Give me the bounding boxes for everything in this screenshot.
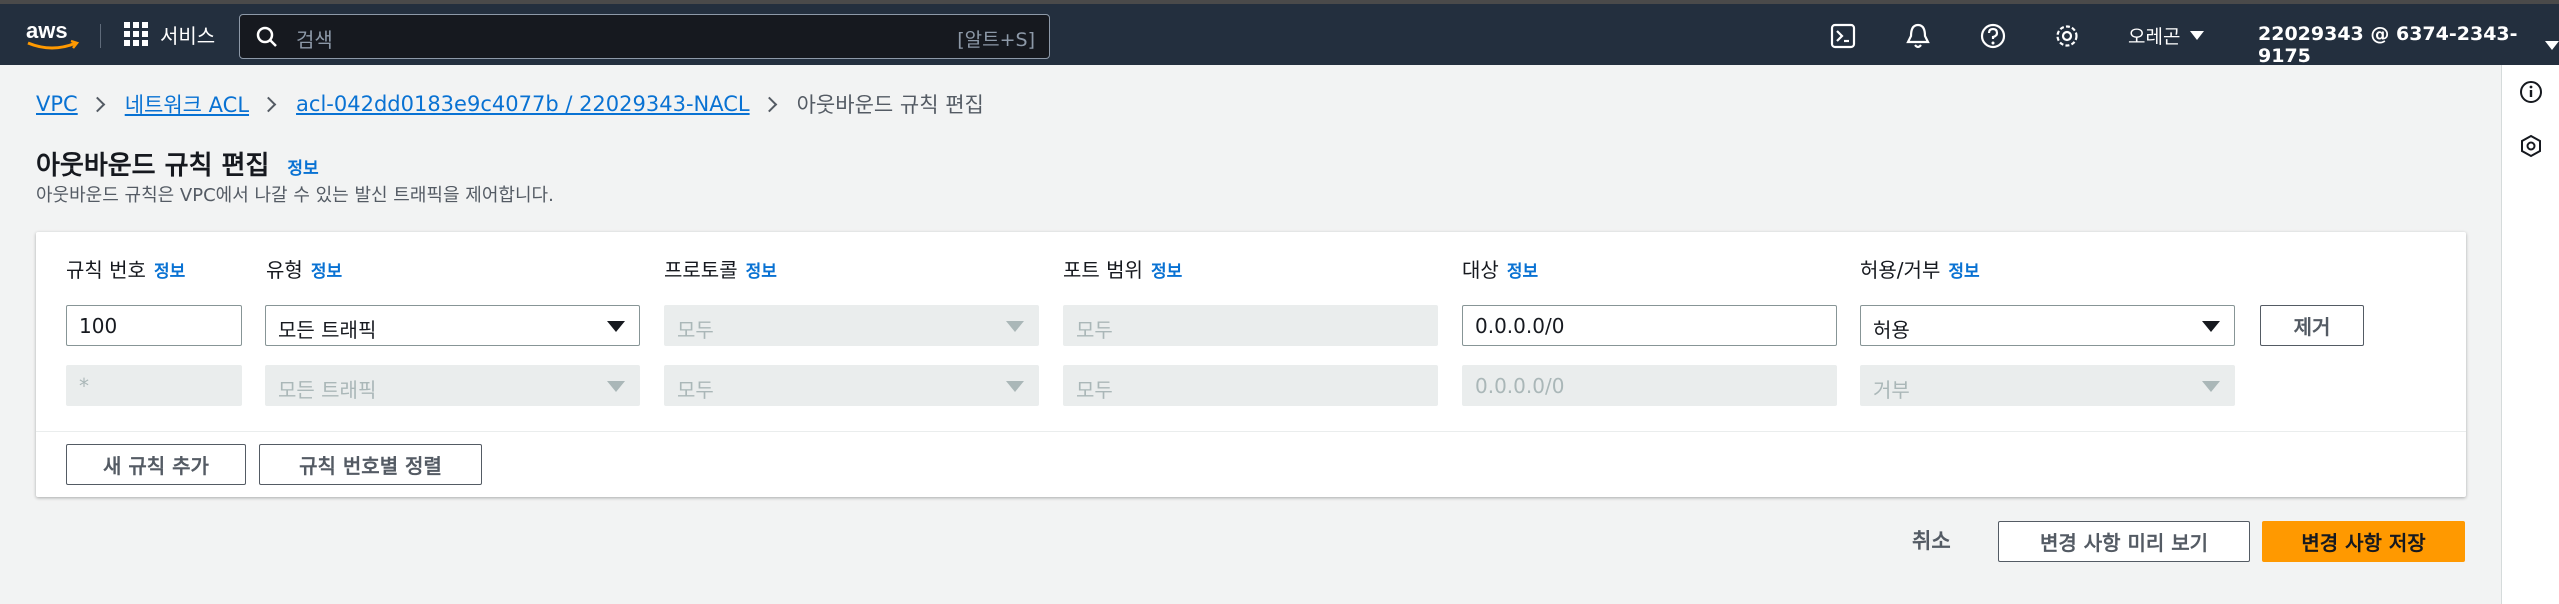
rule-number-input[interactable]: 100 [66,305,242,346]
services-label: 서비스 [160,23,216,48]
search-input[interactable]: 검색 [알트+S] [239,14,1050,59]
page-title: 아웃바운드 규칙 편집 [36,151,270,181]
page-description: 아웃바운드 규칙은 VPC에서 나갈 수 있는 발신 트래픽을 제어합니다. [36,185,554,206]
column-header-protocol: 프로토콜 정보 [664,254,777,283]
account-menu[interactable]: 22029343 @ 6374-2343-9175 [2258,23,2559,67]
remove-rule-button[interactable]: 제거 [2260,305,2364,346]
protocol-select: 모두 [664,305,1039,346]
breadcrumb-current: 아웃바운드 규칙 편집 [796,93,984,117]
resources-icon[interactable] [2519,134,2543,158]
services-grid-icon [124,22,148,46]
info-link[interactable]: 정보 [1507,262,1538,282]
region-selector[interactable]: 오레곤 [2128,22,2205,49]
column-label: 대상 [1462,258,1499,282]
services-menu[interactable]: 서비스 [124,20,215,48]
allow-deny-value: 거부 [1873,378,1910,402]
sort-rules-button[interactable]: 규칙 번호별 정렬 [259,444,482,485]
divider [36,431,2466,432]
info-icon[interactable] [2519,80,2543,104]
preview-changes-button[interactable]: 변경 사항 미리 보기 [1998,521,2250,562]
column-label: 유형 [266,258,303,282]
add-rule-button[interactable]: 새 규칙 추가 [66,444,246,485]
column-label: 포트 범위 [1063,258,1143,282]
nav-separator [100,24,101,48]
column-header-rule-number: 규칙 번호 정보 [66,254,185,283]
search-icon [256,26,277,47]
allow-deny-value: 허용 [1873,318,1910,342]
notifications-icon[interactable] [1904,22,1932,50]
column-header-type: 유형 정보 [266,254,342,283]
column-label: 규칙 번호 [66,258,146,282]
caret-down-icon [2202,381,2220,392]
caret-down-icon [2202,321,2220,332]
caret-down-icon [1006,321,1024,332]
port-range-input: 모두 [1063,305,1438,346]
breadcrumb-vpc[interactable]: VPC [36,92,78,116]
chevron-right-icon [761,96,777,112]
destination-input-default: 0.0.0.0/0 [1462,365,1837,406]
type-select[interactable]: 모든 트래픽 [265,305,640,346]
destination-input[interactable]: 0.0.0.0/0 [1462,305,1837,346]
type-value: 모든 트래픽 [278,318,377,342]
side-panel-rail [2501,65,2559,604]
column-header-allow-deny: 허용/거부 정보 [1860,254,1980,283]
protocol-value: 모두 [677,378,714,402]
info-link[interactable]: 정보 [1151,262,1182,282]
search-shortcut: [알트+S] [957,29,1035,51]
aws-logo[interactable]: aws [24,16,82,52]
region-label: 오레곤 [2128,26,2181,48]
column-label: 프로토콜 [664,258,738,282]
protocol-select-default: 모두 [664,365,1039,406]
cloudshell-icon[interactable] [1829,22,1857,50]
allow-deny-select-default: 거부 [1860,365,2235,406]
type-select-default: 모든 트래픽 [265,365,640,406]
cancel-button[interactable]: 취소 [1912,525,1951,555]
page-info-link[interactable]: 정보 [287,154,318,179]
column-header-port-range: 포트 범위 정보 [1063,254,1182,283]
info-link[interactable]: 정보 [311,262,342,282]
caret-down-icon [1006,381,1024,392]
protocol-value: 모두 [677,318,714,342]
chevron-down-icon [2190,31,2205,40]
column-label: 허용/거부 [1860,258,1941,282]
rule-number-input-default: * [66,365,242,406]
caret-down-icon [607,321,625,332]
top-navigation: aws 서비스 검색 [알트+S] 오레곤 22029343 @ 6374-23… [0,0,2559,67]
info-link[interactable]: 정보 [154,262,185,282]
caret-down-icon [607,381,625,392]
help-icon[interactable] [1979,22,2007,50]
breadcrumb-acl-id[interactable]: acl-042dd0183e9c4077b / 22029343-NACL [296,92,750,116]
info-link[interactable]: 정보 [1948,262,1979,282]
chevron-right-icon [260,96,277,112]
chevron-right-icon [89,96,105,112]
search-placeholder: 검색 [296,28,333,52]
svg-text:aws: aws [26,18,68,43]
save-changes-button[interactable]: 변경 사항 저장 [2262,521,2465,562]
settings-icon[interactable] [2053,22,2081,50]
chevron-down-icon [2545,40,2559,50]
allow-deny-select[interactable]: 허용 [1860,305,2235,346]
info-link[interactable]: 정보 [746,262,777,282]
rules-container: 규칙 번호 정보 유형 정보 프로토콜 정보 포트 범위 정보 대상 정보 허용/거부 정보… [36,232,2466,497]
account-label: 22029343 @ 6374-2343-9175 [2258,23,2518,67]
port-range-input-default: 모두 [1063,365,1438,406]
breadcrumb: VPC 네트워크 ACL acl-042dd0183e9c4077b / 220… [36,89,984,119]
breadcrumb-network-acl[interactable]: 네트워크 ACL [125,89,249,119]
type-value: 모든 트래픽 [278,378,377,402]
column-header-destination: 대상 정보 [1462,254,1538,283]
page-header: 아웃바운드 규칙 편집 정보 [36,145,319,182]
